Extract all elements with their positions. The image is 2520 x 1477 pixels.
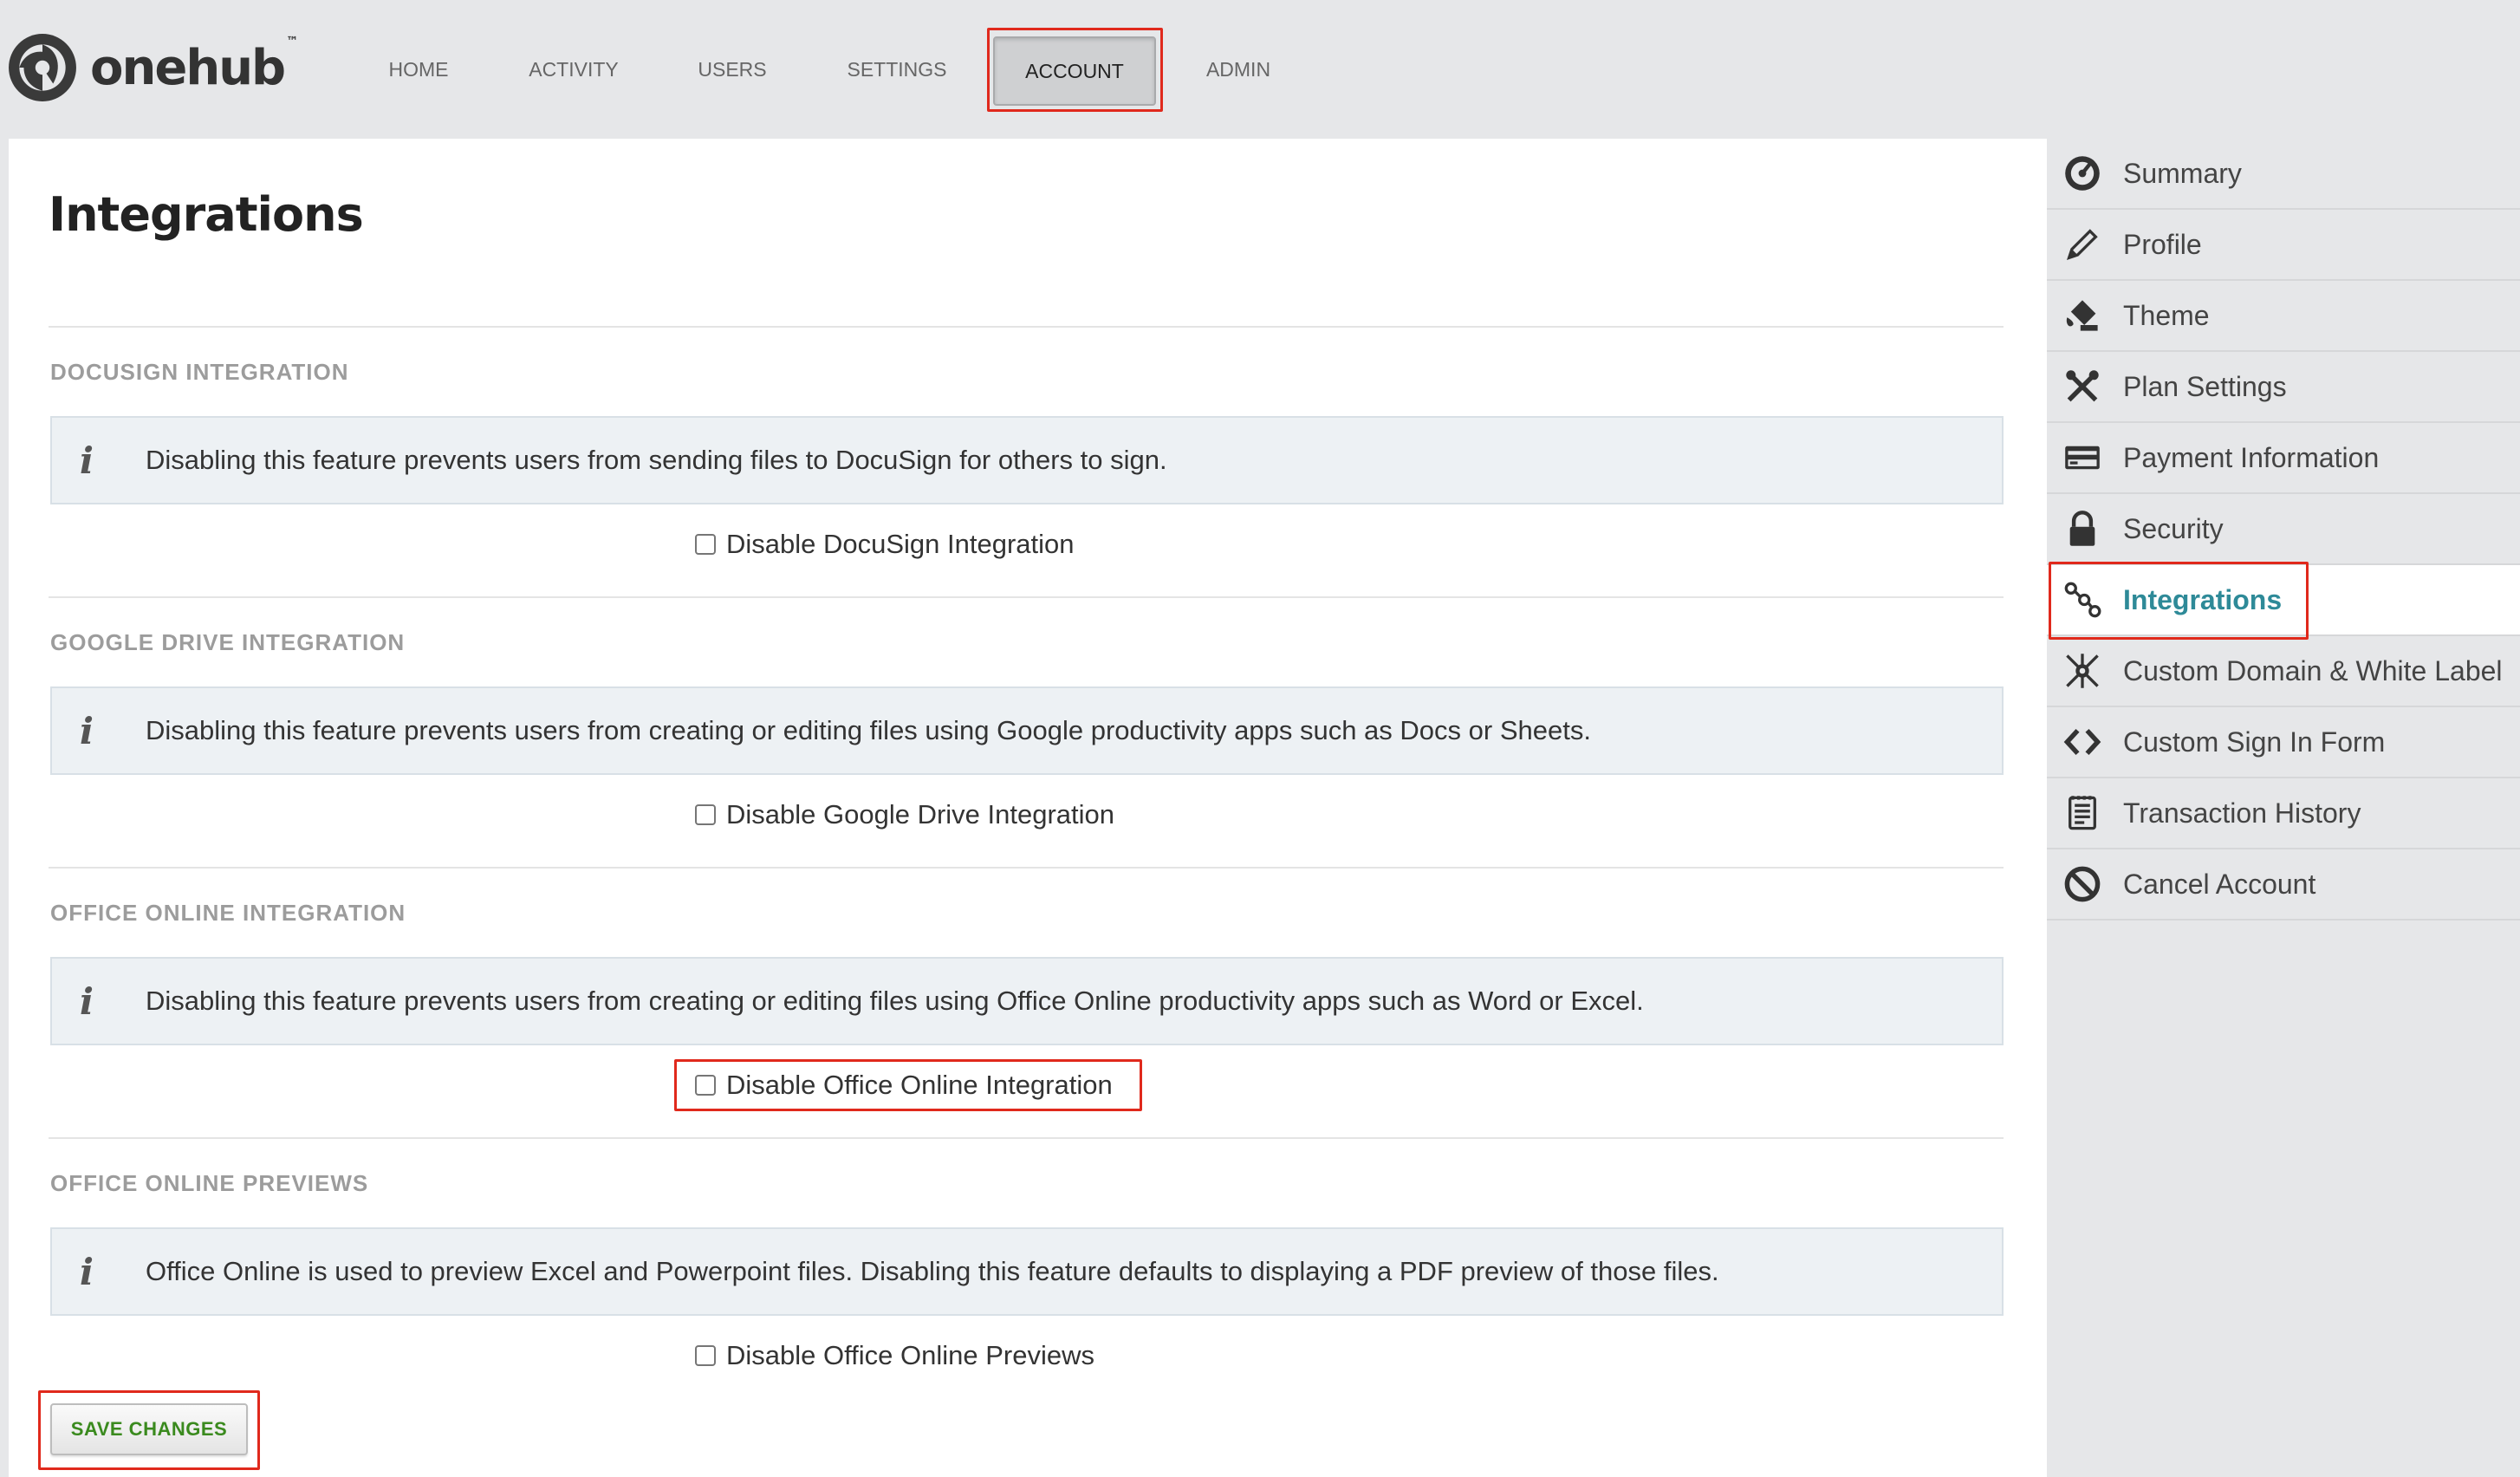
info-box-docusign: i Disabling this feature prevents users … [50, 416, 2004, 504]
sidebar-item-theme[interactable]: Theme [2047, 281, 2520, 352]
info-box-office-online: i Disabling this feature prevents users … [50, 957, 2004, 1045]
main-panel: Integrations DOCUSIGN INTEGRATION i Disa… [9, 139, 2047, 1477]
divider [49, 596, 2004, 598]
sidebar-item-integrations[interactable]: Integrations [2047, 565, 2520, 636]
sidebar-item-label: Theme [2123, 299, 2210, 331]
nav-users[interactable]: USERS [676, 33, 789, 106]
nav-activity[interactable]: ACTIVITY [511, 33, 636, 106]
nav-settings[interactable]: SETTINGS [832, 33, 962, 106]
section-title-docusign: DOCUSIGN INTEGRATION [50, 359, 349, 385]
sidebar-item-label: Summary [2123, 157, 2242, 189]
sidebar-item-custom-sign-in-form[interactable]: Custom Sign In Form [2047, 707, 2520, 778]
tools-icon [2062, 367, 2102, 407]
sidebar-item-label: Profile [2123, 228, 2202, 260]
section-title-office-previews: OFFICE ONLINE PREVIEWS [50, 1170, 369, 1196]
credit-card-icon [2062, 438, 2102, 478]
disable-office-previews-checkbox[interactable] [695, 1345, 716, 1366]
checkbox-label[interactable]: Disable Google Drive Integration [726, 799, 1114, 830]
divider [49, 1137, 2004, 1139]
account-sidebar: Summary Profile Theme Plan Settings Paym… [2047, 139, 2520, 1477]
info-icon: i [80, 1250, 94, 1293]
section-title-google-drive: GOOGLE DRIVE INTEGRATION [50, 629, 406, 655]
paint-bucket-icon [2062, 296, 2102, 335]
nav-admin[interactable]: ADMIN [1187, 33, 1289, 106]
info-icon: i [80, 439, 94, 482]
disable-google-drive-checkbox-row[interactable]: Disable Google Drive Integration [695, 796, 1114, 834]
sidebar-item-label: Security [2123, 512, 2224, 544]
sidebar-item-security[interactable]: Security [2047, 494, 2520, 565]
checkbox-label[interactable]: Disable Office Online Integration [726, 1070, 1113, 1101]
sidebar-item-label: Custom Domain & White Label [2123, 654, 2503, 686]
lock-icon [2062, 509, 2102, 549]
nav-home[interactable]: HOME [355, 33, 482, 106]
nav-account[interactable]: ACCOUNT [993, 36, 1156, 106]
divider [49, 326, 2004, 328]
brand-name: onehub ™ [90, 34, 298, 96]
checkbox-label[interactable]: Disable Office Online Previews [726, 1340, 1094, 1371]
disable-office-previews-checkbox-row[interactable]: Disable Office Online Previews [695, 1337, 1094, 1375]
info-icon: i [80, 709, 94, 752]
info-icon: i [80, 979, 94, 1023]
info-text: Office Online is used to preview Excel a… [146, 1256, 1719, 1286]
sidebar-item-plan-settings[interactable]: Plan Settings [2047, 352, 2520, 423]
ban-icon [2062, 864, 2102, 904]
sidebar-item-label: Cancel Account [2123, 868, 2316, 900]
disable-docusign-checkbox[interactable] [695, 534, 716, 555]
info-text: Disabling this feature prevents users fr… [146, 986, 1644, 1016]
sidebar-item-profile[interactable]: Profile [2047, 210, 2520, 281]
receipt-icon [2062, 793, 2102, 833]
gauge-icon [2062, 153, 2102, 193]
sidebar-item-label: Payment Information [2123, 441, 2380, 473]
info-text: Disabling this feature prevents users fr… [146, 445, 1167, 475]
save-changes-button[interactable]: SAVE CHANGES [50, 1403, 248, 1455]
satellite-icon [2062, 651, 2102, 691]
checkbox-label[interactable]: Disable DocuSign Integration [726, 529, 1075, 560]
disable-office-online-checkbox[interactable] [695, 1075, 716, 1096]
info-box-office-previews: i Office Online is used to preview Excel… [50, 1227, 2004, 1316]
divider [49, 867, 2004, 869]
pencil-icon [2062, 224, 2102, 264]
top-navigation-bar: onehub ™ HOME ACTIVITY USERS SETTINGS ACC… [0, 0, 2520, 137]
page-title: Integrations [49, 187, 364, 242]
disable-office-online-checkbox-row[interactable]: Disable Office Online Integration [695, 1066, 1113, 1104]
disable-google-drive-checkbox[interactable] [695, 804, 716, 825]
sidebar-item-label: Integrations [2123, 583, 2283, 615]
sidebar-item-payment-information[interactable]: Payment Information [2047, 423, 2520, 494]
link-nodes-icon [2062, 580, 2102, 620]
sidebar-item-label: Custom Sign In Form [2123, 725, 2386, 758]
info-box-google-drive: i Disabling this feature prevents users … [50, 686, 2004, 775]
info-text: Disabling this feature prevents users fr… [146, 715, 1591, 745]
sidebar-item-cancel-account[interactable]: Cancel Account [2047, 849, 2520, 921]
disable-docusign-checkbox-row[interactable]: Disable DocuSign Integration [695, 525, 1075, 563]
sidebar-item-label: Transaction History [2123, 797, 2361, 829]
sidebar-item-summary[interactable]: Summary [2047, 139, 2520, 210]
code-brackets-icon [2062, 722, 2102, 762]
sidebar-item-label: Plan Settings [2123, 370, 2287, 402]
onehub-logo[interactable]: onehub ™ [7, 31, 298, 104]
sidebar-item-transaction-history[interactable]: Transaction History [2047, 778, 2520, 849]
onehub-logo-icon [9, 34, 76, 101]
sidebar-item-custom-domain[interactable]: Custom Domain & White Label [2047, 636, 2520, 707]
section-title-office-online: OFFICE ONLINE INTEGRATION [50, 900, 406, 926]
